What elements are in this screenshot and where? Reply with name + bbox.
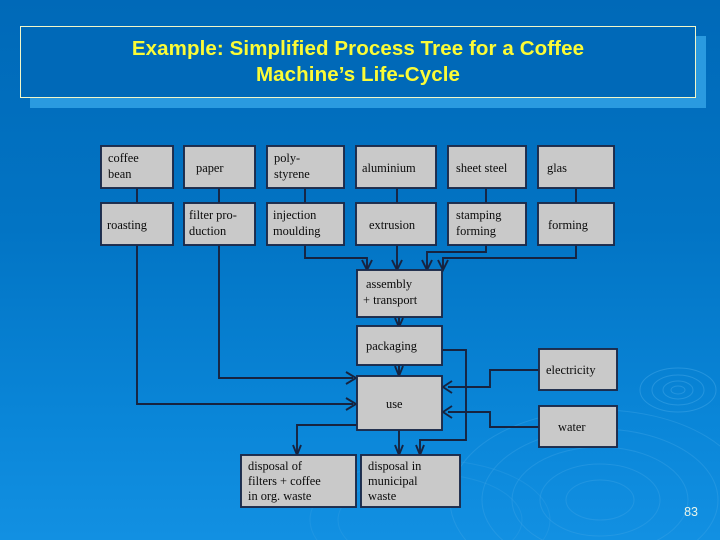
node-glas-label: glas bbox=[547, 161, 567, 175]
node-polystyrene-label-line1: poly- bbox=[274, 151, 300, 165]
node-use[interactable]: use bbox=[356, 375, 443, 431]
node-coffee-bean-label-line1: coffee bbox=[108, 151, 139, 165]
node-disposal-organic-label-line2: filters + coffee bbox=[248, 474, 321, 488]
edge-stamping-assembly bbox=[426, 245, 487, 268]
node-sheet-steel-label: sheet steel bbox=[456, 161, 508, 175]
node-stamping-forming-label-line2: forming bbox=[456, 224, 496, 238]
node-disposal-municipal-label-line3: waste bbox=[368, 489, 397, 503]
node-disposal-municipal[interactable]: disposal in municipal waste bbox=[360, 454, 461, 508]
node-aluminium-label: aluminium bbox=[362, 161, 416, 175]
edge-filter-use bbox=[218, 245, 353, 379]
node-packaging[interactable]: packaging bbox=[356, 325, 443, 366]
process-tree-diagram: coffee bean paper poly- styrene aluminiu… bbox=[100, 145, 618, 508]
edge-roasting-use bbox=[136, 245, 353, 405]
node-paper-label: paper bbox=[196, 161, 224, 175]
node-stamping-forming-label-line1: stamping bbox=[456, 208, 501, 222]
node-extrusion-label: extrusion bbox=[369, 218, 415, 232]
node-injection-moulding[interactable]: injection moulding bbox=[266, 202, 345, 246]
node-disposal-organic[interactable]: disposal of filters + coffee in org. was… bbox=[240, 454, 357, 508]
node-paper[interactable]: paper bbox=[183, 145, 256, 189]
node-electricity-label: electricity bbox=[546, 363, 596, 377]
node-injection-moulding-label-line1: injection bbox=[273, 208, 316, 222]
node-forming[interactable]: forming bbox=[537, 202, 615, 246]
node-use-label: use bbox=[386, 397, 403, 411]
node-glas[interactable]: glas bbox=[537, 145, 615, 189]
node-filter-production[interactable]: filter pro- duction bbox=[183, 202, 256, 246]
node-roasting-label: roasting bbox=[107, 218, 147, 232]
node-disposal-organic-label-line3: in org. waste bbox=[248, 489, 312, 503]
node-aluminium[interactable]: aluminium bbox=[355, 145, 437, 189]
node-filter-production-label-line2: duction bbox=[189, 224, 226, 238]
node-disposal-organic-label-line1: disposal of bbox=[248, 459, 303, 473]
node-disposal-municipal-label-line1: disposal in bbox=[368, 459, 421, 473]
node-assembly-transport-label-line2: + transport bbox=[363, 293, 418, 307]
page-number: 83 bbox=[684, 505, 698, 519]
node-injection-moulding-label-line2: moulding bbox=[273, 224, 321, 238]
node-extrusion[interactable]: extrusion bbox=[355, 202, 437, 246]
node-stamping-forming[interactable]: stamping forming bbox=[447, 202, 527, 246]
node-polystyrene-label-line2: styrene bbox=[274, 167, 310, 181]
edge-water-use bbox=[448, 411, 539, 428]
node-assembly-transport-label-line1: assembly bbox=[366, 277, 413, 291]
node-electricity[interactable]: electricity bbox=[538, 348, 618, 391]
node-polystyrene[interactable]: poly- styrene bbox=[266, 145, 345, 189]
node-disposal-municipal-label-line2: municipal bbox=[368, 474, 418, 488]
edge-electricity-use bbox=[448, 369, 539, 388]
slide-canvas: Example: Simplified Process Tree for a C… bbox=[0, 0, 720, 540]
node-water-label: water bbox=[558, 420, 586, 434]
edge-injection-assembly bbox=[304, 245, 368, 268]
node-coffee-bean-label-line2: bean bbox=[108, 167, 131, 181]
node-coffee-bean[interactable]: coffee bean bbox=[100, 145, 174, 189]
node-roasting[interactable]: roasting bbox=[100, 202, 174, 246]
edge-use-disposal-organic bbox=[296, 424, 361, 453]
node-packaging-label: packaging bbox=[366, 339, 417, 353]
node-sheet-steel[interactable]: sheet steel bbox=[447, 145, 527, 189]
node-forming-label: forming bbox=[548, 218, 588, 232]
node-assembly-transport[interactable]: assembly + transport bbox=[356, 269, 443, 318]
node-water[interactable]: water bbox=[538, 405, 618, 448]
node-filter-production-label-line1: filter pro- bbox=[189, 208, 237, 222]
edge-forming-assembly bbox=[442, 245, 577, 268]
